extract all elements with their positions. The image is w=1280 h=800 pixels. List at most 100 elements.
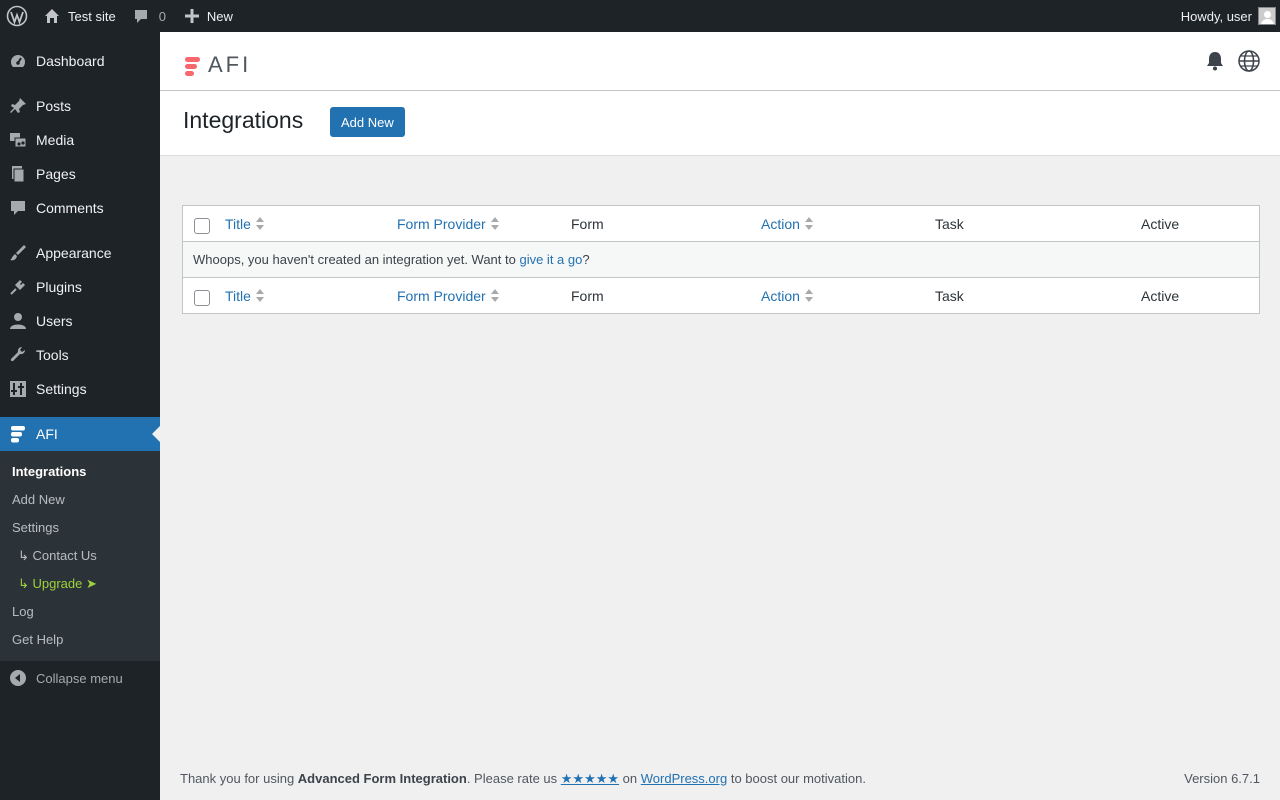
sidebar-item-tools[interactable]: Tools bbox=[0, 338, 160, 372]
column-active: Active bbox=[1141, 216, 1180, 232]
sidebar-item-appearance[interactable]: Appearance bbox=[0, 236, 160, 270]
table-row-empty: Whoops, you haven't created an integrati… bbox=[183, 242, 1259, 278]
brush-icon bbox=[0, 244, 36, 262]
dashboard-icon bbox=[0, 52, 36, 70]
column-title-label: Title bbox=[225, 216, 251, 232]
column-action-label: Action bbox=[761, 288, 800, 304]
bell-icon[interactable] bbox=[1206, 51, 1224, 74]
media-icon bbox=[0, 131, 36, 149]
column-active: Active bbox=[1141, 288, 1180, 304]
comments-count: 0 bbox=[158, 8, 166, 24]
afi-logo-icon bbox=[184, 54, 200, 76]
site-name-link[interactable]: Test site bbox=[35, 0, 123, 32]
my-account-menu[interactable]: Howdy, user bbox=[1174, 0, 1280, 32]
sidebar-item-dashboard[interactable]: Dashboard bbox=[0, 44, 160, 78]
sidebar-item-posts[interactable]: Posts bbox=[0, 89, 160, 123]
sort-icon bbox=[255, 217, 264, 231]
sidebar-item-label: Appearance bbox=[36, 245, 112, 261]
afi-logo-text: AFI bbox=[208, 52, 252, 77]
avatar bbox=[1258, 7, 1276, 25]
pushpin-icon bbox=[0, 97, 36, 115]
empty-message-suffix: ? bbox=[582, 252, 590, 267]
footer-thanks: Thank you for using Advanced Form Integr… bbox=[180, 771, 866, 786]
sort-icon bbox=[804, 217, 813, 231]
sort-icon bbox=[804, 289, 813, 303]
plugin-name: Advanced Form Integration bbox=[297, 771, 467, 786]
sidebar-item-label: Users bbox=[36, 313, 73, 329]
sidebar-item-pages[interactable]: Pages bbox=[0, 157, 160, 191]
sidebar-item-label: Dashboard bbox=[36, 53, 105, 69]
sidebar-item-plugins[interactable]: Plugins bbox=[0, 270, 160, 304]
column-form-provider-label: Form Provider bbox=[397, 216, 486, 232]
integrations-table: Title Form Provider Form Action Task Act… bbox=[182, 205, 1260, 314]
page-title: Integrations bbox=[183, 107, 304, 133]
sidebar-item-media[interactable]: Media bbox=[0, 123, 160, 157]
sidebar-item-label: Pages bbox=[36, 166, 76, 182]
submenu-item-upgrade[interactable]: ↳ Upgrade ➤ bbox=[18, 576, 97, 592]
sidebar-item-settings[interactable]: Settings bbox=[0, 372, 160, 406]
sidebar-item-label: Posts bbox=[36, 98, 72, 114]
column-task: Task bbox=[935, 288, 964, 304]
sidebar-item-label: Plugins bbox=[36, 279, 82, 295]
submenu-item-integrations[interactable]: Integrations bbox=[12, 464, 86, 479]
version-label: Version 6.7.1 bbox=[1184, 771, 1260, 786]
column-form-provider[interactable]: Form Provider bbox=[397, 288, 499, 304]
rating-stars-link[interactable]: ★★★★★ bbox=[561, 771, 619, 786]
page-header: Integrations Add New bbox=[160, 91, 1280, 156]
footer-text: Thank you for using bbox=[180, 771, 298, 786]
column-form-provider-label: Form Provider bbox=[397, 288, 486, 304]
give-it-a-go-link[interactable]: give it a go bbox=[519, 252, 582, 267]
sidebar-item-users[interactable]: Users bbox=[0, 304, 160, 338]
column-title-label: Title bbox=[225, 288, 251, 304]
wrench-icon bbox=[0, 346, 36, 364]
afi-submenu: Integrations Add New Settings ↳ Contact … bbox=[0, 451, 160, 661]
globe-icon[interactable] bbox=[1238, 50, 1260, 75]
admin-bar: Test site 0 New Howdy, user bbox=[0, 0, 1280, 32]
sort-icon bbox=[255, 289, 264, 303]
footer-text: on bbox=[619, 771, 641, 786]
footer-text: to boost our motivation. bbox=[727, 771, 866, 786]
admin-footer: Thank you for using Advanced Form Integr… bbox=[180, 771, 1260, 787]
new-label: New bbox=[206, 8, 233, 24]
plus-icon bbox=[184, 9, 199, 23]
pages-icon bbox=[0, 165, 36, 183]
add-new-button[interactable]: Add New bbox=[330, 107, 405, 137]
column-title[interactable]: Title bbox=[225, 216, 264, 232]
sort-icon bbox=[490, 289, 499, 303]
column-form-provider[interactable]: Form Provider bbox=[397, 216, 499, 232]
new-content-link[interactable]: New bbox=[173, 0, 240, 32]
afi-logo: AFI bbox=[184, 52, 251, 78]
wordpress-org-link[interactable]: WordPress.org bbox=[641, 771, 727, 786]
submenu-item-get-help[interactable]: Get Help bbox=[12, 632, 63, 647]
submenu-item-log[interactable]: Log bbox=[12, 604, 34, 619]
collapse-arrow-icon bbox=[0, 669, 36, 687]
sidebar-item-comments[interactable]: Comments bbox=[0, 191, 160, 225]
column-form: Form bbox=[571, 288, 604, 304]
user-icon bbox=[0, 312, 36, 330]
collapse-menu-label: Collapse menu bbox=[36, 670, 123, 686]
submenu-item-contact-us[interactable]: ↳ Contact Us bbox=[18, 548, 97, 564]
table-header-row: Title Form Provider Form Action Task Act… bbox=[183, 206, 1259, 242]
table-footer-row: Title Form Provider Form Action Task Act… bbox=[183, 278, 1259, 314]
sidebar-item-label: Media bbox=[36, 132, 75, 148]
submenu-item-settings[interactable]: Settings bbox=[12, 520, 59, 535]
column-title[interactable]: Title bbox=[225, 288, 264, 304]
greeting-label: Howdy, user bbox=[1180, 8, 1252, 24]
select-all-checkbox[interactable] bbox=[194, 218, 210, 234]
plugin-header: AFI bbox=[160, 32, 1280, 91]
sidebar-item-label: AFI bbox=[36, 426, 58, 442]
afi-logo-icon bbox=[0, 425, 36, 443]
footer-text: . Please rate us bbox=[466, 771, 561, 786]
comment-icon bbox=[0, 199, 36, 217]
sidebar-item-label: Settings bbox=[36, 381, 87, 397]
column-action[interactable]: Action bbox=[761, 216, 813, 232]
comment-icon bbox=[134, 10, 147, 23]
submenu-item-add-new[interactable]: Add New bbox=[12, 492, 65, 507]
sidebar-item-afi[interactable]: AFI bbox=[0, 417, 160, 451]
wordpress-logo-icon[interactable] bbox=[0, 0, 35, 32]
column-action[interactable]: Action bbox=[761, 288, 813, 304]
collapse-menu-button[interactable]: Collapse menu bbox=[0, 662, 160, 694]
select-all-checkbox[interactable] bbox=[194, 290, 210, 306]
empty-message: Whoops, you haven't created an integrati… bbox=[193, 252, 590, 267]
comments-link[interactable]: 0 bbox=[123, 0, 173, 32]
